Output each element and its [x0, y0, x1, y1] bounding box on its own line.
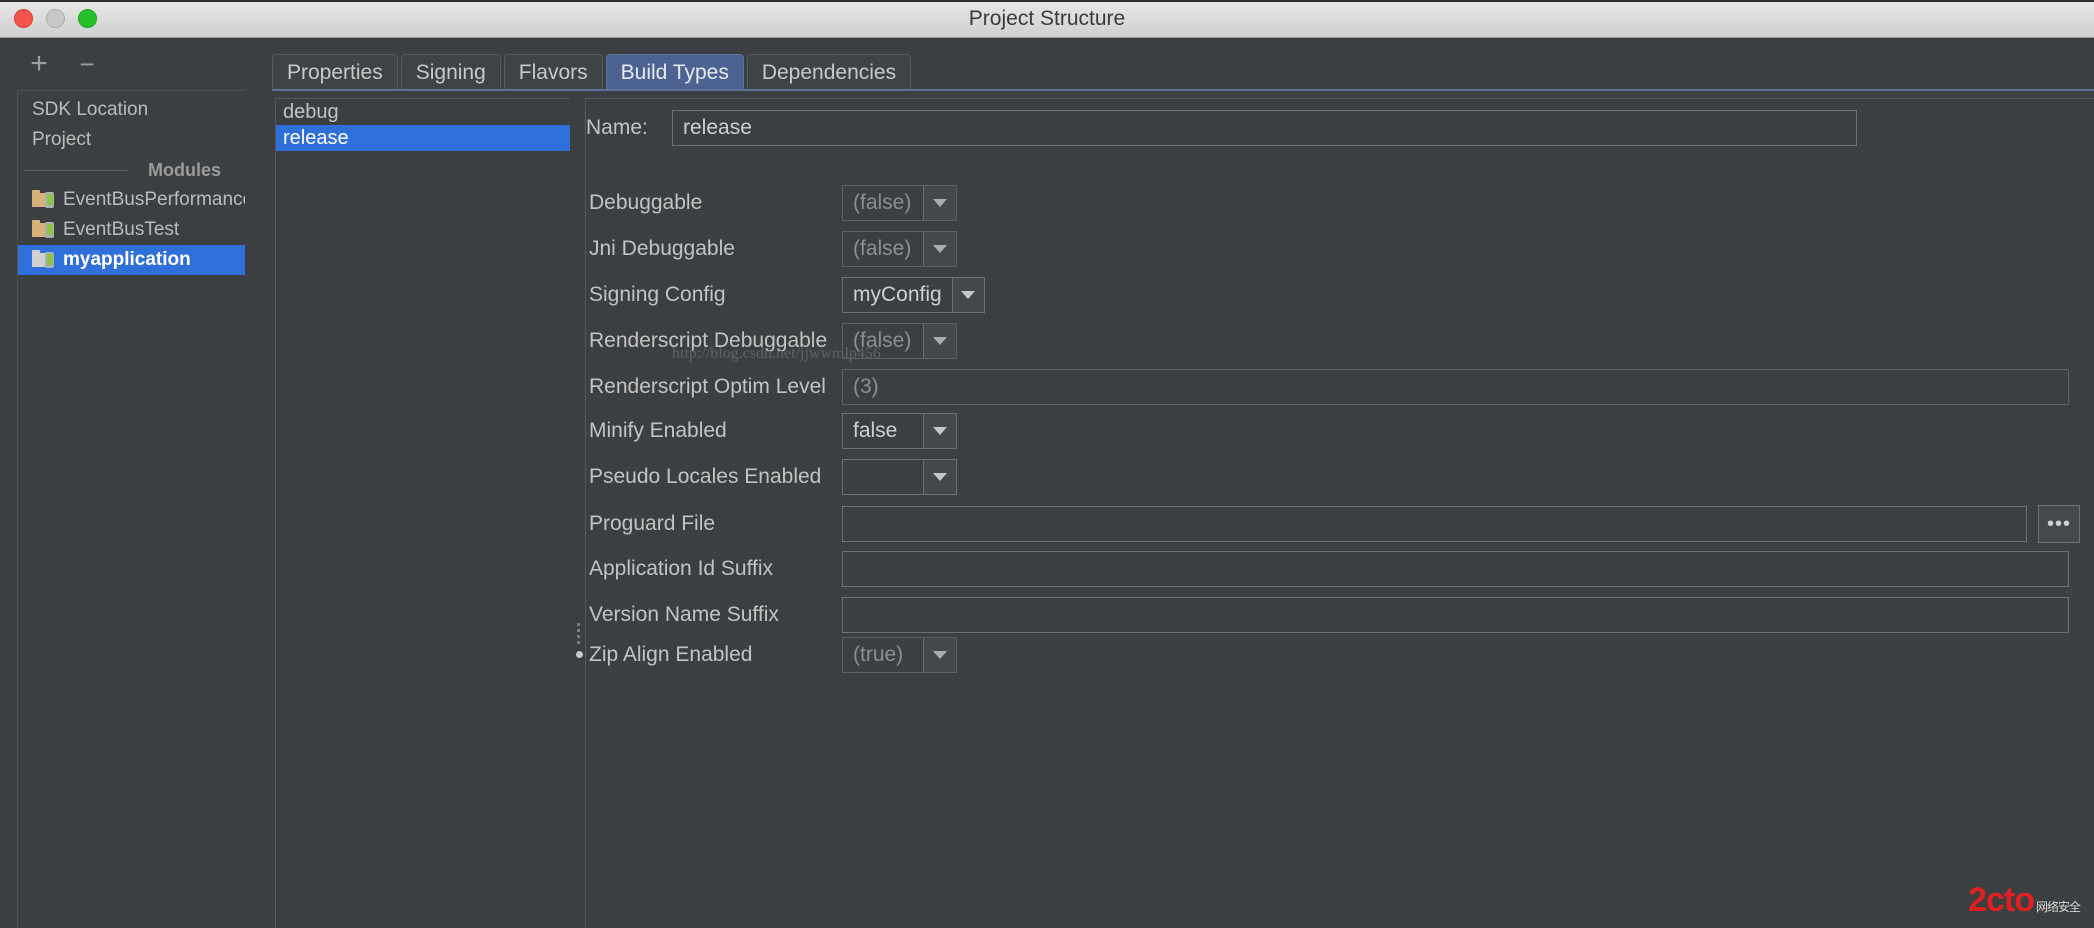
tab-content-build-types: debug release Name: release Debuggable (…: [272, 89, 2094, 928]
build-type-form: Name: release Debuggable (false) Jni Deb…: [585, 98, 2094, 928]
android-module-icon: [32, 221, 54, 239]
panel-splitter[interactable]: [574, 98, 584, 928]
tab-flavors[interactable]: Flavors: [504, 54, 603, 90]
tab-dependencies[interactable]: Dependencies: [747, 54, 911, 90]
site-logo-subtext: 网络安全: [2036, 900, 2080, 914]
add-module-button[interactable]: +: [22, 47, 56, 81]
site-logo-text: 2cto: [1968, 881, 2034, 919]
form-row-debuggable: Debuggable (false): [586, 185, 957, 221]
sidebar-item-label: EventBusTest: [63, 219, 179, 241]
sidebar-item-eventbustest[interactable]: EventBusTest: [18, 215, 245, 245]
pseudo-locales-enabled-value: [843, 460, 923, 494]
debuggable-label: Debuggable: [586, 191, 842, 215]
application-id-suffix-input[interactable]: [842, 551, 2069, 587]
sidebar-toolbar: + −: [0, 38, 245, 90]
form-row-name: Name: release: [586, 110, 1857, 146]
name-input[interactable]: release: [672, 110, 1857, 146]
android-module-icon: [32, 251, 54, 269]
sidebar-group-modules: Modules: [18, 155, 245, 185]
form-row-version-name-suffix: Version Name Suffix: [586, 597, 2069, 633]
tab-label: Flavors: [519, 61, 588, 85]
list-item[interactable]: debug: [276, 99, 570, 125]
chevron-down-icon[interactable]: [923, 638, 956, 672]
blog-url-watermark: http://blog.csdn.net/jjwwmlp456: [672, 345, 881, 363]
tab-properties[interactable]: Properties: [272, 54, 398, 90]
tab-build-types[interactable]: Build Types: [606, 54, 744, 90]
sidebar-item-label: Project: [32, 129, 91, 151]
group-divider: [24, 170, 127, 171]
zip-align-enabled-label: Zip Align Enabled: [586, 643, 842, 667]
tab-label: Signing: [416, 61, 486, 85]
form-row-zip-align-enabled: Zip Align Enabled (true): [586, 637, 957, 673]
modified-marker-icon: [576, 651, 583, 658]
chevron-down-icon[interactable]: [952, 278, 984, 312]
proguard-file-input[interactable]: [842, 506, 2027, 542]
form-row-application-id-suffix: Application Id Suffix: [586, 551, 2069, 587]
form-row-pseudo-locales-enabled: Pseudo Locales Enabled: [586, 459, 957, 495]
chevron-down-icon[interactable]: [923, 460, 956, 494]
sidebar-item-label: EventBusPerformance: [63, 189, 245, 211]
pseudo-locales-enabled-combo[interactable]: [842, 459, 957, 495]
build-types-list: debug release: [275, 98, 570, 928]
chevron-down-icon[interactable]: [923, 414, 956, 448]
application-id-suffix-label: Application Id Suffix: [586, 557, 842, 581]
tab-signing[interactable]: Signing: [401, 54, 501, 90]
sidebar-item-eventbusperformance[interactable]: EventBusPerformance: [18, 185, 245, 215]
tab-label: Properties: [287, 61, 383, 85]
splitter-grip[interactable]: [577, 623, 581, 645]
sidebar-item-label: SDK Location: [32, 99, 148, 121]
android-module-icon: [32, 191, 54, 209]
sidebar-item-sdk-location[interactable]: SDK Location: [18, 95, 245, 125]
window-title: Project Structure: [0, 7, 2094, 31]
site-logo-watermark: 2cto网络安全: [1968, 881, 2080, 920]
form-row-minify-enabled: Minify Enabled false: [586, 413, 957, 449]
list-item[interactable]: release: [276, 125, 570, 151]
sidebar-item-myapplication[interactable]: myapplication: [18, 245, 245, 275]
signing-config-combo[interactable]: myConfig: [842, 277, 985, 313]
sidebar: SDK Location Project Modules EventBusPer…: [17, 90, 245, 928]
chevron-down-icon[interactable]: [923, 324, 956, 358]
minify-enabled-combo[interactable]: false: [842, 413, 957, 449]
tab-label: Dependencies: [762, 61, 896, 85]
sidebar-item-project[interactable]: Project: [18, 125, 245, 155]
signing-config-label: Signing Config: [586, 283, 842, 307]
debuggable-combo[interactable]: (false): [842, 185, 957, 221]
name-label: Name:: [586, 116, 672, 140]
zip-align-enabled-value: (true): [843, 638, 923, 672]
chevron-down-icon[interactable]: [923, 186, 956, 220]
list-item-label: debug: [283, 101, 339, 124]
jni-debuggable-value: (false): [843, 232, 923, 266]
sidebar-item-label: myapplication: [63, 249, 191, 271]
renderscript-optim-level-input[interactable]: (3): [842, 369, 2069, 405]
pseudo-locales-enabled-label: Pseudo Locales Enabled: [586, 465, 842, 489]
group-label: Modules: [148, 160, 221, 181]
version-name-suffix-label: Version Name Suffix: [586, 603, 842, 627]
window-titlebar: Project Structure: [0, 0, 2094, 38]
zip-align-enabled-combo[interactable]: (true): [842, 637, 957, 673]
tab-label: Build Types: [621, 61, 729, 85]
form-row-proguard-file: Proguard File •••: [586, 505, 2080, 543]
form-row-renderscript-optim-level: Renderscript Optim Level (3): [586, 369, 2069, 405]
debuggable-value: (false): [843, 186, 923, 220]
proguard-file-browse-button[interactable]: •••: [2038, 505, 2080, 543]
form-row-signing-config: Signing Config myConfig: [586, 277, 985, 313]
titlebar-top-edge: [0, 0, 2094, 2]
minify-enabled-label: Minify Enabled: [586, 419, 842, 443]
signing-config-value: myConfig: [843, 278, 952, 312]
remove-module-button[interactable]: −: [70, 47, 104, 81]
form-row-jni-debuggable: Jni Debuggable (false): [586, 231, 957, 267]
list-item-label: release: [283, 127, 349, 150]
jni-debuggable-label: Jni Debuggable: [586, 237, 842, 261]
proguard-file-label: Proguard File: [586, 512, 842, 536]
renderscript-optim-level-label: Renderscript Optim Level: [586, 375, 842, 399]
chevron-down-icon[interactable]: [923, 232, 956, 266]
minify-enabled-value: false: [843, 414, 923, 448]
jni-debuggable-combo[interactable]: (false): [842, 231, 957, 267]
version-name-suffix-input[interactable]: [842, 597, 2069, 633]
tab-bar: Properties Signing Flavors Build Types D…: [272, 52, 914, 90]
